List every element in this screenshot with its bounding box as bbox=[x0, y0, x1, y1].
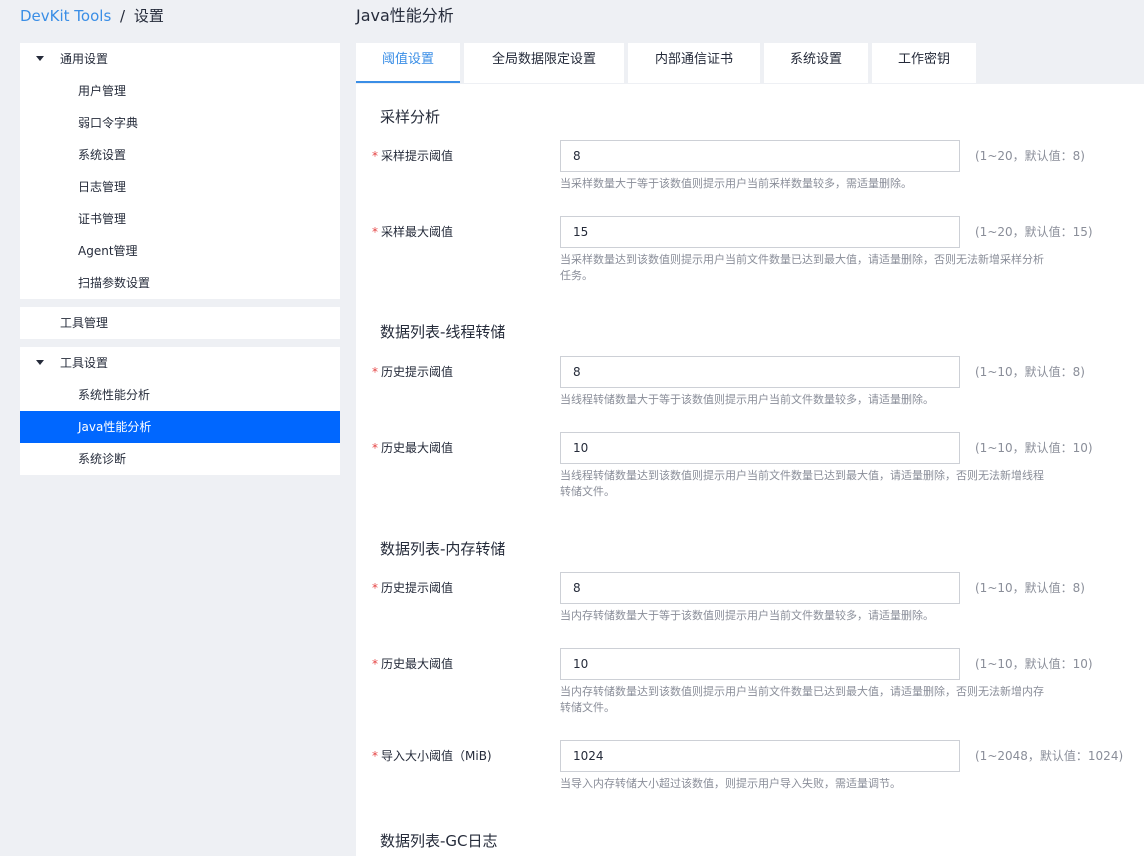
sidebar-item-java-perf[interactable]: Java性能分析 bbox=[20, 411, 340, 443]
field-description: 任务。 bbox=[560, 269, 593, 282]
breadcrumb-current: 设置 bbox=[133, 7, 164, 25]
required-mark: * bbox=[372, 149, 378, 163]
sidebar-item-scan-params[interactable]: 扫描参数设置 bbox=[20, 267, 340, 299]
caret-down-icon bbox=[36, 56, 44, 61]
field-description: 转储文件。 bbox=[560, 701, 615, 714]
sidebar-item-system-diagnosis[interactable]: 系统诊断 bbox=[20, 443, 340, 475]
field-range-hint: (1~10，默认值：8) bbox=[975, 365, 1085, 379]
field-description: 当线程转储数量达到该数值则提示用户当前文件数量已达到最大值，请适量删除，否则无法… bbox=[560, 469, 1044, 482]
required-mark: * bbox=[372, 441, 378, 455]
tab-internal-cert[interactable]: 内部通信证书 bbox=[628, 43, 760, 83]
field-label: * 历史最大阈值 bbox=[372, 656, 453, 672]
field-description: 当采样数量大于等于该数值则提示用户当前采样数量较多，需适量删除。 bbox=[560, 177, 912, 190]
sidebar-item-cert-management[interactable]: 证书管理 bbox=[20, 203, 340, 235]
nav-group-tool-management: 工具管理 bbox=[20, 307, 340, 339]
sampling-max-threshold-input[interactable] bbox=[560, 216, 960, 248]
section-title-thread-dump: 数据列表-线程转储 bbox=[380, 323, 506, 341]
field-label-text: 采样提示阈值 bbox=[381, 149, 454, 163]
required-mark: * bbox=[372, 581, 378, 595]
sidebar-item-system-perf[interactable]: 系统性能分析 bbox=[20, 379, 340, 411]
sidebar: 通用设置 用户管理 弱口令字典 系统设置 日志管理 证书管理 Agent管理 扫… bbox=[20, 43, 340, 483]
sidebar-item-tool-management[interactable]: 工具管理 bbox=[20, 307, 340, 339]
sidebar-item-log-management[interactable]: 日志管理 bbox=[20, 171, 340, 203]
thread-history-prompt-input[interactable] bbox=[560, 356, 960, 388]
tab-threshold-settings[interactable]: 阈值设置 bbox=[356, 43, 460, 83]
thread-history-max-input[interactable] bbox=[560, 432, 960, 464]
field-label: * 导入大小阈值（MiB) bbox=[372, 748, 492, 764]
section-title-sampling: 采样分析 bbox=[380, 108, 441, 126]
field-range-hint: (1~10，默认值：8) bbox=[975, 581, 1085, 595]
sidebar-group-tool-settings[interactable]: 工具设置 bbox=[20, 347, 340, 379]
caret-down-icon bbox=[36, 360, 44, 365]
breadcrumb-root-link[interactable]: DevKit Tools bbox=[20, 7, 111, 25]
field-label: * 历史最大阈值 bbox=[372, 440, 453, 456]
field-range-hint: (1~10，默认值：10) bbox=[975, 441, 1093, 455]
sidebar-item-agent-management[interactable]: Agent管理 bbox=[20, 235, 340, 267]
threshold-settings-panel: 采样分析 *采样提示阈值 (1~20，默认值：8) 当采样数量大于等于该数值则提… bbox=[356, 84, 1144, 856]
field-description: 当内存转储数量达到该数值则提示用户当前文件数量已达到最大值，请适量删除，否则无法… bbox=[560, 685, 1044, 698]
field-label: * 采样提示阈值 bbox=[372, 148, 453, 164]
field-label-text: 历史提示阈值 bbox=[381, 365, 454, 379]
field-label-text: 采样最大阈值 bbox=[381, 225, 454, 239]
page-title: Java性能分析 bbox=[356, 6, 454, 25]
memory-history-prompt-input[interactable] bbox=[560, 572, 960, 604]
field-description: 当采样数量达到该数值则提示用户当前文件数量已达到最大值，请适量删除，否则无法新增… bbox=[560, 253, 1044, 266]
sidebar-item-system-settings[interactable]: 系统设置 bbox=[20, 139, 340, 171]
nav-group-tool-settings: 工具设置 系统性能分析 Java性能分析 系统诊断 bbox=[20, 347, 340, 475]
required-mark: * bbox=[372, 365, 378, 379]
sidebar-group-label: 通用设置 bbox=[60, 52, 109, 66]
field-range-hint: (1~10，默认值：10) bbox=[975, 657, 1093, 671]
field-label: * 历史提示阈值 bbox=[372, 364, 453, 380]
sidebar-item-user-management[interactable]: 用户管理 bbox=[20, 75, 340, 107]
breadcrumb-separator: / bbox=[120, 7, 126, 25]
section-title-gc-log: 数据列表-GC日志 bbox=[380, 832, 498, 850]
tab-global-data-limit[interactable]: 全局数据限定设置 bbox=[464, 43, 624, 83]
sidebar-group-general-settings[interactable]: 通用设置 bbox=[20, 43, 340, 75]
tab-work-key[interactable]: 工作密钥 bbox=[872, 43, 976, 83]
required-mark: * bbox=[372, 225, 378, 239]
import-size-threshold-input[interactable] bbox=[560, 740, 960, 772]
breadcrumb: DevKit Tools / 设置 bbox=[20, 6, 164, 26]
required-mark: * bbox=[372, 657, 378, 671]
required-mark: * bbox=[372, 749, 378, 763]
field-description: 当线程转储数量大于等于该数值则提示用户当前文件数量较多，请适量删除。 bbox=[560, 393, 934, 406]
sidebar-group-label: 工具设置 bbox=[60, 356, 109, 370]
field-label-text: 历史提示阈值 bbox=[381, 581, 454, 595]
memory-history-max-input[interactable] bbox=[560, 648, 960, 680]
field-description: 当导入内存转储大小超过该数值，则提示用户导入失败，需适量调节。 bbox=[560, 777, 901, 790]
field-description: 当内存转储数量大于等于该数值则提示用户当前文件数量较多，请适量删除。 bbox=[560, 609, 934, 622]
field-label: * 历史提示阈值 bbox=[372, 580, 453, 596]
field-range-hint: (1~20，默认值：8) bbox=[975, 149, 1085, 163]
field-label-text: 历史最大阈值 bbox=[381, 657, 454, 671]
field-description: 转储文件。 bbox=[560, 485, 615, 498]
field-range-hint: (1~20，默认值：15) bbox=[975, 225, 1093, 239]
field-range-hint: (1~2048，默认值：1024) bbox=[975, 749, 1124, 763]
field-label-text: 导入大小阈值（MiB) bbox=[381, 749, 492, 763]
section-title-memory-dump: 数据列表-内存转储 bbox=[380, 540, 506, 558]
nav-group-general: 通用设置 用户管理 弱口令字典 系统设置 日志管理 证书管理 Agent管理 扫… bbox=[20, 43, 340, 299]
tab-system-settings[interactable]: 系统设置 bbox=[764, 43, 868, 83]
field-label: * 采样最大阈值 bbox=[372, 224, 453, 240]
sidebar-item-weak-password-dict[interactable]: 弱口令字典 bbox=[20, 107, 340, 139]
sampling-prompt-threshold-input[interactable] bbox=[560, 140, 960, 172]
field-label-text: 历史最大阈值 bbox=[381, 441, 454, 455]
